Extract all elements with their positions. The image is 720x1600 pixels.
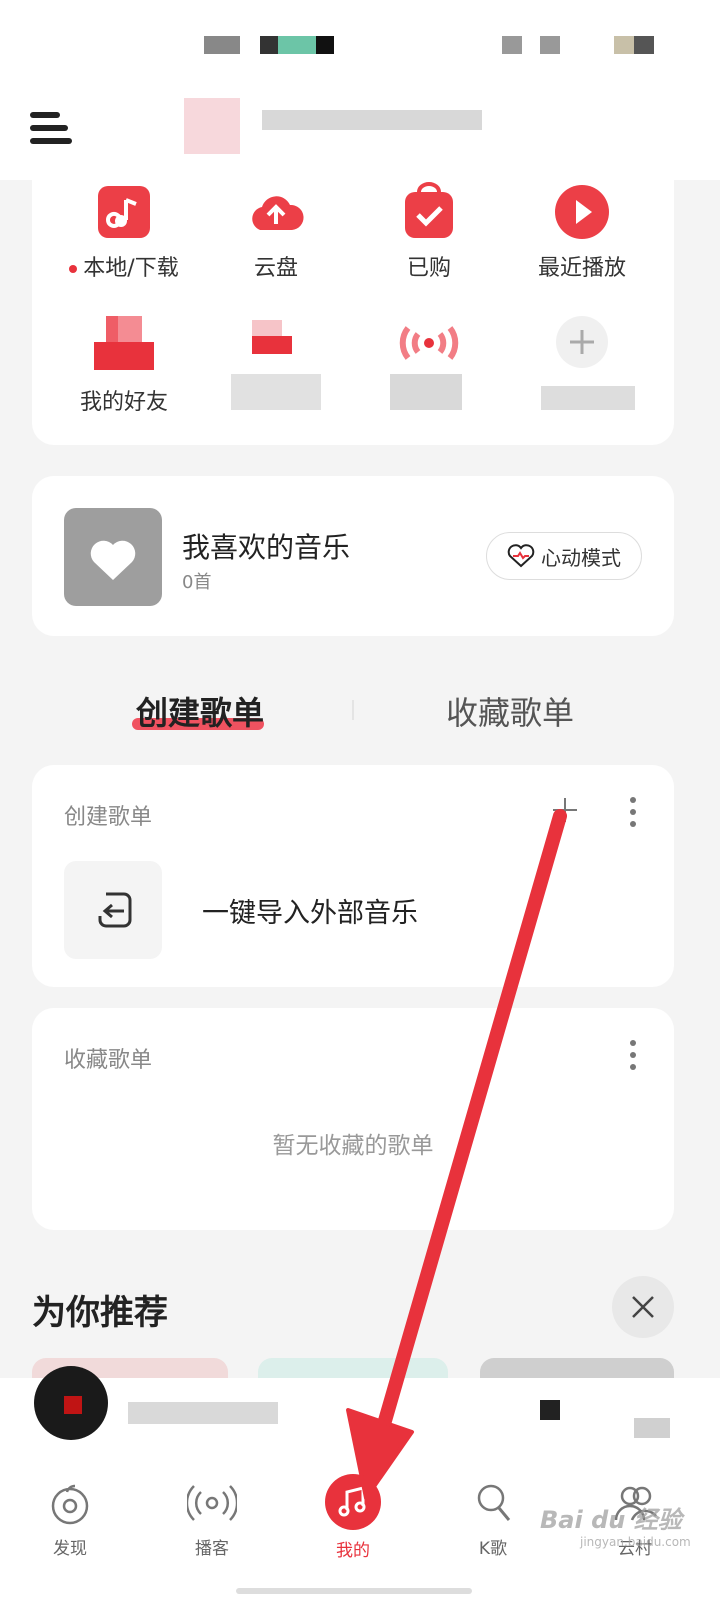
purchased-bag-icon <box>399 182 459 242</box>
playlist-icon[interactable] <box>634 1418 670 1438</box>
shortcut-label: 我的好友 <box>79 390 168 415</box>
song-info <box>128 1402 278 1424</box>
collected-playlists-card: 收藏歌单 暂无收藏的歌单 <box>32 1008 674 1230</box>
home-indicator <box>236 1588 472 1594</box>
empty-state-text: 暂无收藏的歌单 <box>272 1133 434 1159</box>
top-bar <box>0 90 720 180</box>
menu-icon[interactable] <box>30 112 72 148</box>
cloud-upload-icon <box>246 182 306 242</box>
import-external-music[interactable]: 一键导入外部音乐 <box>202 891 418 930</box>
tab-created-playlists[interactable]: 创建歌单 <box>136 688 264 734</box>
pixelated-label <box>390 374 462 410</box>
tab-discover[interactable]: 发现 <box>20 1478 120 1559</box>
watermark-url: jingyan.baidu.com <box>580 1535 691 1549</box>
play-icon <box>552 182 612 242</box>
tab-label: 我的 <box>336 1541 370 1561</box>
shortcut-local-download[interactable]: 本地/下载 <box>49 182 199 282</box>
more-icon[interactable] <box>629 1040 637 1076</box>
close-icon <box>632 1296 654 1318</box>
tab-label: 播客 <box>195 1539 229 1559</box>
shortcut-recent-play[interactable]: 最近播放 <box>507 182 657 282</box>
import-icon[interactable] <box>64 861 162 959</box>
tab-collected-playlists[interactable]: 收藏歌单 <box>446 688 574 734</box>
shortcut-label: 云盘 <box>253 256 298 281</box>
shortcut-label: 已购 <box>406 256 451 281</box>
tab-mine[interactable]: 我的 <box>303 1474 403 1561</box>
close-recommend-button[interactable] <box>612 1276 674 1338</box>
shortcut-collection[interactable] <box>201 316 351 410</box>
section-title: 收藏歌单 <box>64 1048 153 1073</box>
radio-icon <box>399 316 459 376</box>
microphone-icon <box>468 1478 518 1528</box>
album-art <box>34 1366 108 1440</box>
shortcut-label: 本地/下载 <box>83 256 179 281</box>
play-pause-icon[interactable] <box>540 1400 560 1420</box>
created-playlists-card: 创建歌单 一键导入外部音乐 <box>32 765 674 987</box>
collection-icon <box>246 316 306 376</box>
watermark-brand: Bai du 经验 <box>540 1506 682 1534</box>
shortcut-radio[interactable] <box>354 316 504 410</box>
tab-label: K歌 <box>478 1539 508 1559</box>
heartbeat-icon <box>507 544 535 568</box>
add-playlist-icon[interactable] <box>550 795 580 825</box>
shortcut-add[interactable] <box>507 316 657 410</box>
discover-icon <box>45 1478 95 1528</box>
friends-icon <box>94 316 154 376</box>
tab-podcast[interactable]: 播客 <box>162 1478 262 1559</box>
liked-cover <box>64 508 162 606</box>
add-icon <box>552 316 612 376</box>
shortcut-label: 最近播放 <box>537 256 626 281</box>
heart-mode-label: 心动模式 <box>541 545 621 570</box>
mini-player[interactable] <box>0 1366 720 1458</box>
podcast-icon <box>185 1478 239 1528</box>
more-icon[interactable] <box>629 797 637 833</box>
recommend-title: 为你推荐 <box>32 1293 168 1333</box>
shortcut-purchased[interactable]: 已购 <box>354 182 504 282</box>
shortcut-cloud-disk[interactable]: 云盘 <box>201 182 351 282</box>
shortcut-friends[interactable]: 我的好友 <box>49 316 199 416</box>
status-bar <box>0 0 720 90</box>
tab-karaoke[interactable]: K歌 <box>443 1478 543 1559</box>
tab-label: 发现 <box>53 1539 87 1559</box>
liked-title: 我喜欢的音乐 <box>182 531 351 564</box>
heart-icon <box>90 540 136 580</box>
new-dot <box>69 265 78 273</box>
liked-music-card[interactable]: 我喜欢的音乐 0首 心动模式 <box>32 476 674 636</box>
pixelated-label <box>231 374 321 410</box>
liked-count: 0首 <box>182 572 212 593</box>
tab-divider <box>352 700 354 720</box>
heart-mode-button[interactable]: 心动模式 <box>486 532 642 580</box>
pixelated-label <box>541 386 635 410</box>
section-title: 创建歌单 <box>64 805 153 830</box>
watermark: Bai du 经验 jingyan.baidu.com <box>540 1500 691 1549</box>
music-note-icon <box>94 182 154 242</box>
music-note-icon <box>325 1474 381 1530</box>
